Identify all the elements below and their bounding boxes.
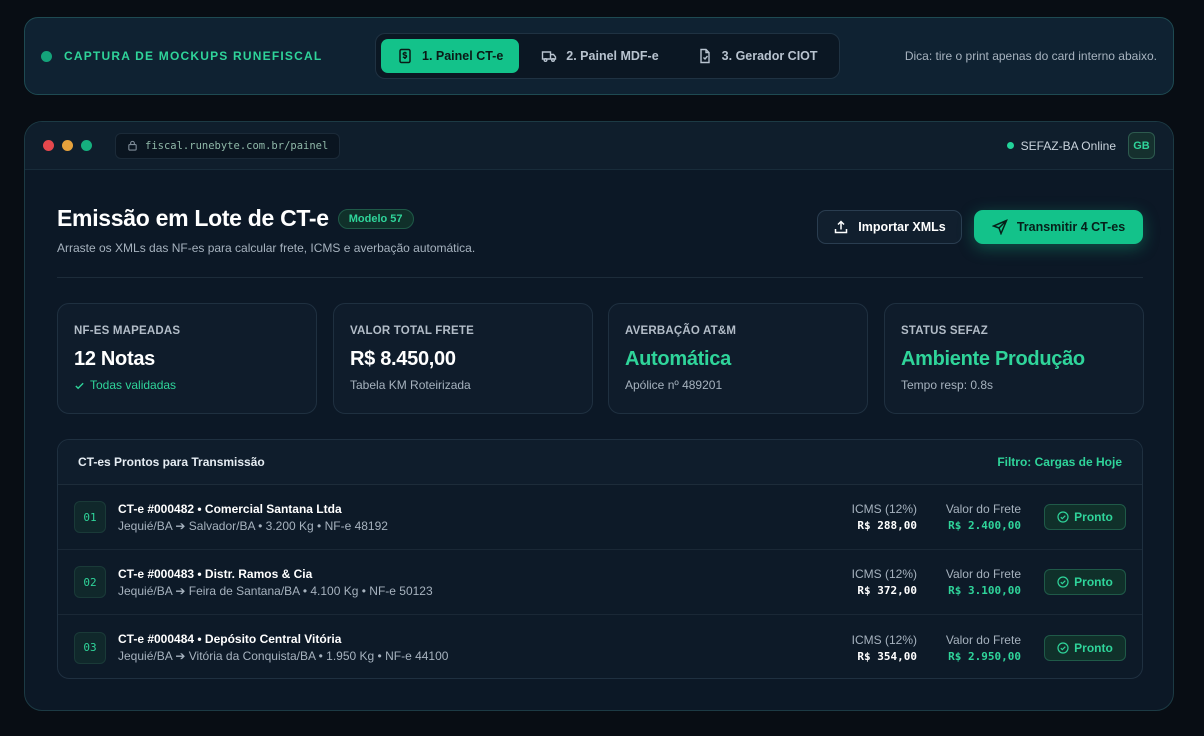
brand-dot-icon: [41, 50, 52, 62]
status-badge[interactable]: Pronto: [1044, 634, 1126, 661]
row-number: 01: [74, 501, 106, 533]
brand-title: CAPTURA DE MOCKUPS RUNEFISCAL: [64, 49, 323, 63]
row-number: 03: [74, 631, 106, 664]
page-header: Emissão em Lote de CT-e Modelo 57 Arrast…: [57, 205, 475, 255]
tab-gerador-ciot[interactable]: 3. Gerador CIOT: [681, 39, 834, 73]
check-icon: [75, 382, 84, 389]
icms-label: ICMS (12%): [851, 632, 917, 647]
frete-value: R$ 3.100,00: [948, 584, 1021, 597]
upload-icon: [834, 220, 848, 234]
status-badge[interactable]: Pronto: [1044, 504, 1126, 530]
table-title: CT-es Prontos para Transmissão: [78, 455, 265, 469]
sefaz-status: SEFAZ-BA Online: [1006, 138, 1116, 153]
row-route: Jequié/BA ➔ Vitória da Conquista/BA • 1.…: [118, 649, 449, 663]
tab-label: 2. Painel MDF-e: [566, 49, 659, 63]
avatar[interactable]: GB: [1128, 132, 1155, 159]
model-badge: Modelo 57: [337, 208, 414, 229]
icms-label: ICMS (12%): [851, 567, 917, 581]
brand: CAPTURA DE MOCKUPS RUNEFISCAL: [41, 49, 375, 63]
check-circle-icon: [1057, 576, 1069, 588]
maximize-dot-icon[interactable]: [81, 140, 92, 151]
stat-nfes: NF-ES MAPEADAS 12 Notas Todas validadas: [57, 303, 317, 414]
frete-value: R$ 2.400,00: [948, 519, 1021, 532]
stat-sub-text: Todas validadas: [90, 378, 177, 392]
stat-label: AVERBAÇÃO AT&M: [625, 325, 737, 337]
tab-label: 3. Gerador CIOT: [721, 49, 818, 63]
cte-table: CT-es Prontos para Transmissão Filtro: C…: [57, 439, 1143, 679]
address-bar[interactable]: fiscal.runebyte.com.br/painel: [115, 132, 341, 159]
window-controls: [43, 140, 92, 151]
check-circle-icon: [1057, 511, 1069, 523]
status-badge[interactable]: Pronto: [1044, 569, 1126, 595]
mockup-capture-bar: CAPTURA DE MOCKUPS RUNEFISCAL 1. Painel …: [24, 17, 1174, 95]
tab-painel-mdfe[interactable]: 2. Painel MDF-e: [525, 39, 674, 73]
frete-label: Valor do Frete: [945, 502, 1021, 516]
online-dot-icon: [1006, 142, 1014, 149]
stat-sefaz: STATUS SEFAZ Ambiente Produção Tempo res…: [884, 303, 1144, 414]
row-title: CT-e #000484 • Depósito Central Vitória: [118, 632, 342, 646]
transmit-label: Transmitir 4 CT-es: [1016, 220, 1126, 234]
stat-averbacao: AVERBAÇÃO AT&M Automática Apólice nº 489…: [608, 303, 868, 414]
table-row[interactable]: 03 CT-e #000484 • Depósito Central Vitór…: [58, 615, 1142, 678]
stat-label: STATUS SEFAZ: [901, 325, 988, 337]
row-title: CT-e #000482 • Comercial Santana Ltda: [118, 501, 342, 516]
stat-sub: Todas validadas: [74, 378, 300, 392]
stat-value: 12 Notas: [74, 348, 155, 370]
table-row[interactable]: 02 CT-e #000483 • Distr. Ramos & Cia Jeq…: [58, 550, 1142, 615]
icms-label: ICMS (12%): [851, 502, 917, 516]
import-label: Importar XMLs: [858, 220, 946, 234]
row-route: Jequié/BA ➔ Salvador/BA • 3.200 Kg • NF-…: [118, 518, 388, 533]
stat-value: R$ 8.450,00: [350, 348, 456, 370]
import-xmls-button[interactable]: Importar XMLs: [817, 210, 962, 244]
stat-frete: VALOR TOTAL FRETE R$ 8.450,00 Tabela KM …: [333, 303, 593, 414]
lock-icon: [128, 140, 137, 151]
tab-painel-cte[interactable]: 1. Painel CT-e: [381, 39, 520, 73]
close-dot-icon[interactable]: [43, 140, 54, 151]
browser-bar: fiscal.runebyte.com.br/painel SEFAZ-BA O…: [25, 122, 1173, 170]
truck-icon: [542, 51, 557, 62]
row-number: 02: [74, 566, 106, 598]
tab-group: 1. Painel CT-e 2. Painel MDF-e 3. Gerado…: [375, 33, 840, 79]
transmit-button[interactable]: Transmitir 4 CT-es: [974, 210, 1143, 244]
icms-value: R$ 288,00: [857, 519, 917, 532]
icms-value: R$ 372,00: [857, 584, 917, 597]
stat-sub: Tabela KM Roteirizada: [350, 378, 471, 392]
url-text: fiscal.runebyte.com.br/painel: [145, 139, 329, 152]
capture-tip: Dica: tire o print apenas do card intern…: [904, 49, 1157, 63]
stat-label: VALOR TOTAL FRETE: [350, 325, 474, 337]
divider: [57, 277, 1143, 278]
frete-value: R$ 2.950,00: [948, 649, 1021, 663]
status-label: Pronto: [1074, 640, 1113, 655]
frete-label: Valor do Frete: [945, 632, 1021, 647]
filter-link[interactable]: Filtro: Cargas de Hoje: [997, 455, 1122, 469]
minimize-dot-icon[interactable]: [62, 140, 73, 151]
page-subtitle: Arraste os XMLs das NF-es para calcular …: [57, 241, 476, 255]
tab-label: 1. Painel CT-e: [422, 49, 504, 63]
check-circle-icon: [1057, 641, 1069, 654]
sefaz-status-text: SEFAZ-BA Online: [1020, 138, 1116, 153]
row-title: CT-e #000483 • Distr. Ramos & Cia: [118, 566, 313, 581]
send-icon: [991, 219, 1008, 235]
stat-value: Ambiente Produção: [901, 348, 1085, 370]
icms-value: R$ 354,00: [857, 649, 917, 663]
stat-sub: Tempo resp: 0.8s: [901, 378, 994, 392]
stat-sub: Apólice nº 489201: [625, 378, 723, 392]
row-route: Jequié/BA ➔ Feira de Santana/BA • 4.100 …: [118, 583, 433, 598]
stat-label: NF-ES MAPEADAS: [74, 325, 181, 337]
frete-label: Valor do Frete: [945, 567, 1021, 581]
receipt-icon: [399, 48, 411, 64]
stat-value: Automática: [625, 348, 731, 370]
status-label: Pronto: [1074, 575, 1113, 589]
table-header: CT-es Prontos para Transmissão Filtro: C…: [58, 440, 1142, 485]
status-label: Pronto: [1074, 510, 1113, 524]
app-window: fiscal.runebyte.com.br/painel SEFAZ-BA O…: [24, 121, 1174, 711]
table-row[interactable]: 01 CT-e #000482 • Comercial Santana Ltda…: [58, 485, 1142, 550]
page-title: Emissão em Lote de CT-e: [57, 205, 329, 231]
file-icon: [699, 48, 710, 64]
